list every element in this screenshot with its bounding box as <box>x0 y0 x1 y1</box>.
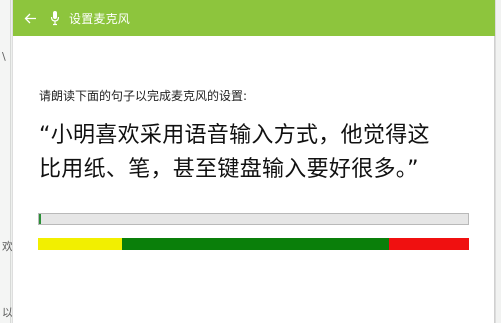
window-title: 设置麦克风 <box>69 11 131 26</box>
sentence-line-2: 比用纸、笔，甚至键盘输入要好很多。” <box>39 157 419 182</box>
microphone-setup-dialog: 设置麦克风 请朗读下面的句子以完成麦克风的设置: “小明喜欢采用语音输入方式，他… <box>12 0 496 323</box>
microphone-icon <box>47 8 63 28</box>
level-meter-high-segment <box>389 238 469 250</box>
sentence-line-1: “小明喜欢采用语音输入方式，他觉得这 <box>39 123 430 148</box>
progress-bar <box>38 213 469 225</box>
level-meter-low-segment <box>38 238 123 250</box>
back-button[interactable] <box>13 0 47 36</box>
level-meter-mid-segment <box>122 238 390 250</box>
back-arrow-icon <box>24 13 36 23</box>
background-window-edge: \ 欢 以 <box>0 0 13 323</box>
background-window-edge-right <box>495 0 501 323</box>
screen: \ 欢 以 设置麦克风 请朗读下面的句子以完成麦克风的设置: “小明喜欢采用语音… <box>0 0 501 323</box>
read-aloud-sentence: “小明喜欢采用语音输入方式，他觉得这 比用纸、笔，甚至键盘输入要好很多。” <box>39 119 479 187</box>
microphone-level-meter <box>38 238 469 250</box>
title-bar: 设置麦克风 <box>13 0 496 36</box>
progress-fill <box>39 214 41 224</box>
instruction-text: 请朗读下面的句子以完成麦克风的设置: <box>39 89 248 103</box>
background-window-text: \ <box>2 50 6 63</box>
